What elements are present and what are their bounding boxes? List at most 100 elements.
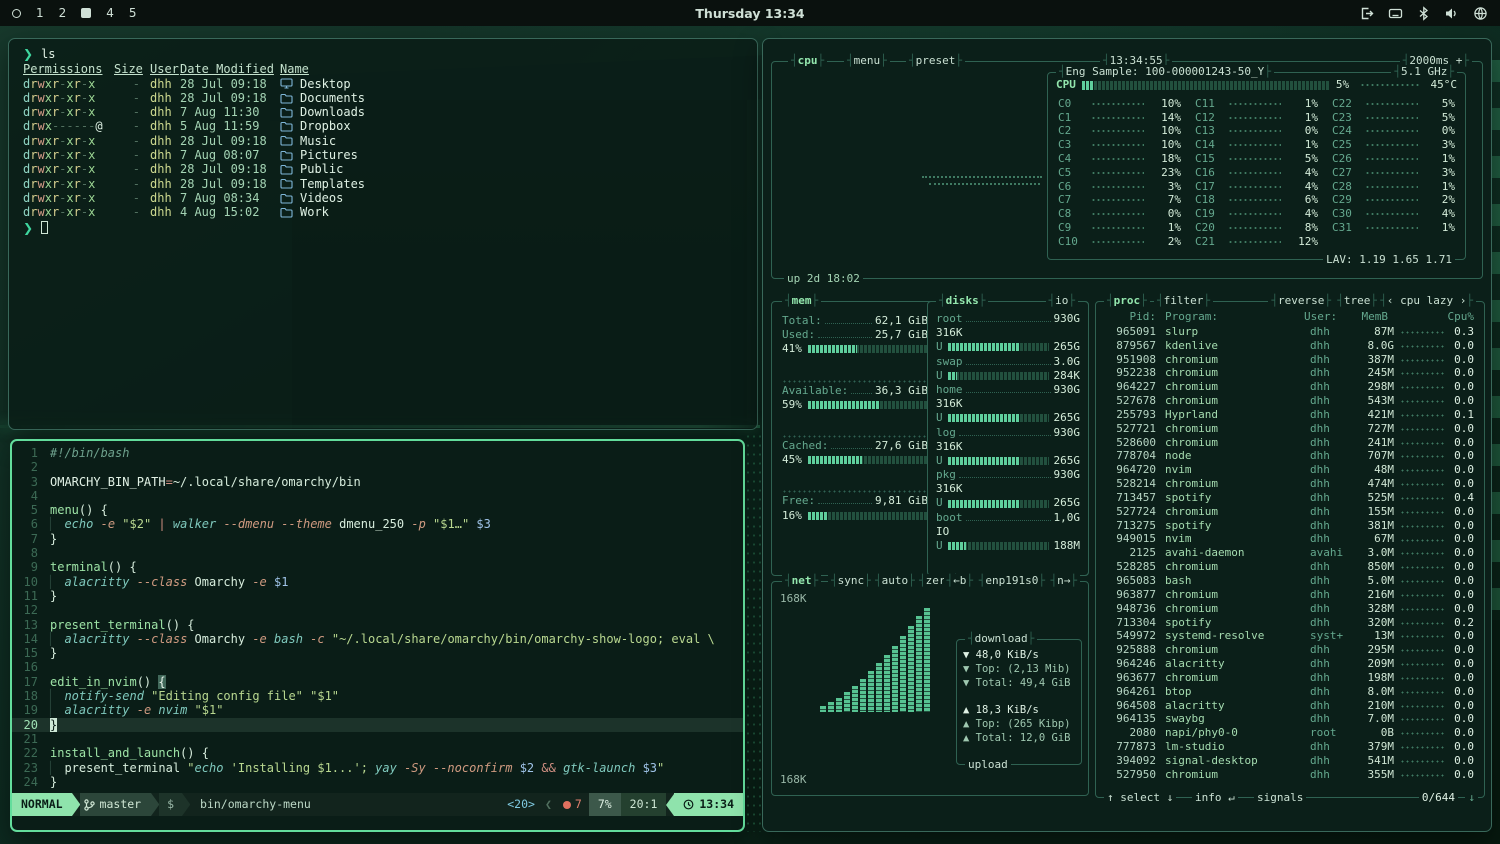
editor-line[interactable]: 7} [12,532,743,546]
reverse-button[interactable]: reverse [1268,294,1334,308]
proc-box: proc filter reverse tree ‹ cpu lazy › Pi… [1095,301,1485,798]
editor-line[interactable]: 10▏ alacritty --class Omarchy -e $1 [12,575,743,589]
workspace-5[interactable]: 5 [129,6,137,20]
editor-line[interactable]: 15} [12,646,743,660]
process-row[interactable]: 2080napi/phy0-0root0B0.0 [1104,726,1474,740]
cpu-temperature: 45°C [1431,78,1458,92]
process-row[interactable]: 948736chromiumdhh328M0.0 [1104,602,1474,616]
process-row[interactable]: 255793Hyprlanddhh421M0.1 [1104,408,1474,422]
signals-hint[interactable]: signals [1254,791,1306,805]
editor-line[interactable]: 22install_and_launch() { [12,746,743,760]
editor-line[interactable]: 13present_terminal() { [12,618,743,632]
process-row[interactable]: 713304spotifydhh320M0.2 [1104,616,1474,630]
process-row[interactable]: 964261btopdhh8.0M0.0 [1104,685,1474,699]
process-row[interactable]: 528600chromiumdhh241M0.0 [1104,436,1474,450]
select-hint[interactable]: ↑ select ↓ [1104,791,1176,805]
filter-button[interactable]: filter [1154,294,1213,308]
download-label: download [965,632,1037,646]
process-row[interactable]: 713275spotifydhh381M0.0 [1104,519,1474,533]
editor-line[interactable]: 24} [12,775,743,789]
editor-line[interactable]: 8 [12,546,743,560]
process-row[interactable]: 778704nodedhh707M0.0 [1104,450,1474,464]
monitor-icon [280,78,293,89]
cpu-box: cpu menu preset 13:34:55 2000ms + up 2d … [771,61,1483,279]
workspace-2[interactable]: 2 [59,6,67,20]
display-icon[interactable] [1388,6,1403,21]
editor-line[interactable]: 12 [12,603,743,617]
editor-line[interactable]: 16 [12,660,743,674]
editor-line[interactable]: 18▏ notify-send "Editing config file" "$… [12,689,743,703]
sort-column-selector[interactable]: ‹ cpu lazy › [1377,294,1476,308]
mode-indicator: NORMAL [12,793,72,816]
volume-icon[interactable] [1444,6,1459,21]
logout-icon[interactable] [1359,6,1374,21]
process-row[interactable]: 964227chromiumdhh298M0.0 [1104,380,1474,394]
process-row[interactable]: 964720nvimdhh48M0.0 [1104,463,1474,477]
process-row[interactable]: 713457spotifydhh525M0.4 [1104,491,1474,505]
process-row[interactable]: 964508alacrittydhh210M0.0 [1104,699,1474,713]
preset-button[interactable]: preset [906,54,965,68]
bluetooth-icon[interactable] [1417,6,1430,21]
sync-button[interactable]: sync [828,574,874,588]
cpu-core: C418% [1058,152,1181,166]
editor-line[interactable]: 3OMARCHY_BIN_PATH=~/.local/share/omarchy… [12,475,743,489]
editor-line[interactable]: 5menu() { [12,503,743,517]
branch-icon [84,799,95,811]
mem-stat: Used:25,7 GiB [782,328,928,342]
editor-line[interactable]: 4 [12,489,743,503]
menu-button[interactable]: menu [844,54,890,68]
process-row[interactable]: 951908chromiumdhh387M0.0 [1104,353,1474,367]
process-row[interactable]: 527950chromiumdhh355M0.0 [1104,768,1474,782]
editor-line[interactable]: 21 [12,732,743,746]
editor-line[interactable]: 2 [12,460,743,474]
process-row[interactable]: 528214chromiumdhh474M0.0 [1104,477,1474,491]
file-row: drwxr-xr-x-dhh7 Aug 08:34Videos [23,191,743,205]
process-row[interactable]: 2125avahi-daemonavahi3.0M0.0 [1104,547,1474,561]
clock-icon [683,799,694,810]
editor-line[interactable]: 17edit_in_nvim() { [12,675,743,689]
process-row[interactable]: 964135swaybgdhh7.0M0.0 [1104,713,1474,727]
process-row[interactable]: 963677chromiumdhh198M0.0 [1104,671,1474,685]
editor-line[interactable]: 14▏ alacritty --class Omarchy -e bash -c… [12,632,743,646]
workspace-3[interactable] [81,8,91,18]
cpu-core: C174% [1195,180,1318,194]
net-scale-bottom: 168K [780,773,807,787]
process-row[interactable]: 964246alacrittydhh209M0.0 [1104,657,1474,671]
cpu-core: C208% [1195,221,1318,235]
scroll-down-arrow[interactable]: ↓ [1465,791,1478,805]
info-hint[interactable]: info ↵ [1192,791,1238,805]
iface-prev-button[interactable]: ←b [944,574,977,588]
process-row[interactable]: 949015nvimdhh67M0.0 [1104,533,1474,547]
editor-line[interactable]: 9terminal() { [12,560,743,574]
editor-line[interactable]: 1#!/bin/bash [12,446,743,460]
process-row[interactable]: 965091slurpdhh87M0.3 [1104,325,1474,339]
io-mode-button[interactable]: io [1046,294,1079,308]
auto-button[interactable]: auto [872,574,918,588]
editor-line[interactable]: 6▏ echo -e "$2" | walker --dmenu --theme… [12,517,743,531]
workspace-4[interactable]: 4 [106,6,114,20]
process-row[interactable]: 965083bashdhh5.0M0.0 [1104,574,1474,588]
process-row[interactable]: 527678chromiumdhh543M0.0 [1104,394,1474,408]
process-row[interactable]: 549972systemd-resolvesyst+13M0.0 [1104,630,1474,644]
process-row[interactable]: 527724chromiumdhh155M0.0 [1104,505,1474,519]
workspace-app[interactable] [12,9,21,18]
workspace-1[interactable]: 1 [36,6,44,20]
process-row[interactable]: 879567kdenlivedhh8.0G0.0 [1104,339,1474,353]
cpu-core: C80% [1058,207,1181,221]
process-row[interactable]: 952238chromiumdhh245M0.0 [1104,367,1474,381]
editor-line[interactable]: 23▏ present_terminal "echo 'Installing $… [12,761,743,775]
process-row[interactable]: 777873lm-studiodhh379M0.0 [1104,740,1474,754]
cpu-frequency: 5.1 GHz [1391,65,1457,79]
next-prompt[interactable]: ❯ [23,221,743,235]
network-globe-icon[interactable] [1473,6,1488,21]
editor-line[interactable]: 19▏ alacritty -e nvim "$1" [12,703,743,717]
process-row[interactable]: 527721chromiumdhh727M0.0 [1104,422,1474,436]
process-row[interactable]: 963877chromiumdhh216M0.0 [1104,588,1474,602]
editor-line[interactable]: 11} [12,589,743,603]
process-row[interactable]: 394092signal-desktopdhh541M0.0 [1104,754,1474,768]
iface-next-button[interactable]: n→ [1048,574,1081,588]
process-row[interactable]: 925888chromiumdhh295M0.0 [1104,643,1474,657]
editor-line[interactable]: 20} [12,718,743,732]
tree-button[interactable]: tree [1334,294,1380,308]
process-row[interactable]: 528285chromiumdhh850M0.0 [1104,560,1474,574]
